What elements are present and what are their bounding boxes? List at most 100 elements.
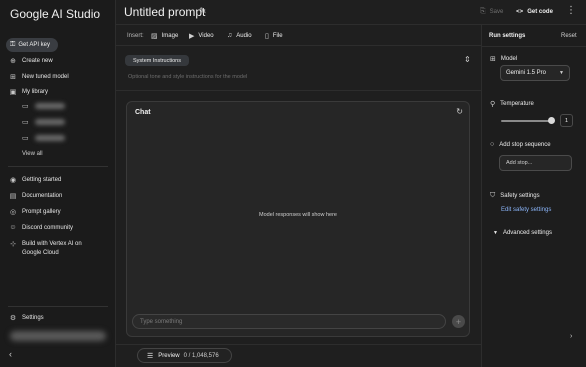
rocket-icon: ◉ <box>9 177 17 184</box>
gallery-icon: ◎ <box>9 209 17 216</box>
radio-circle-icon: ○ <box>490 141 495 148</box>
shield-icon: ⛉ <box>490 192 496 199</box>
sidebar-link-label: Google Cloud <box>22 250 59 256</box>
list-icon: ☰ <box>147 352 154 360</box>
get-code-button[interactable]: <> Get code <box>516 8 553 15</box>
sidebar-item-my-library[interactable]: ▣ My library <box>9 88 48 96</box>
add-message-button[interactable]: + <box>452 315 465 328</box>
sidebar-link-label: Getting started <box>22 177 62 183</box>
edit-safety-settings-link[interactable]: Edit safety settings <box>501 207 551 213</box>
temperature-slider[interactable] <box>501 120 552 122</box>
library-prompt-item[interactable]: ▭ <box>22 102 65 110</box>
sidebar-link-discord[interactable]: ☺ Discord community <box>9 224 73 231</box>
collapse-toggle-icon[interactable]: ⇕ <box>464 55 471 64</box>
sidebar-link-documentation[interactable]: ▤ Documentation <box>9 192 63 200</box>
redacted-text <box>34 119 65 125</box>
key-icon: ⚿ <box>10 41 16 48</box>
app-brand: Google AI Studio <box>10 7 101 21</box>
file-icon: ▯ <box>265 33 269 40</box>
more-vert-icon[interactable]: ⋮ <box>566 5 576 16</box>
redacted-text <box>34 103 65 109</box>
chat-title: Chat <box>135 109 151 116</box>
save-label: Save <box>489 9 504 15</box>
temperature-input[interactable]: 1 <box>560 114 573 127</box>
advanced-settings-label: Advanced settings <box>502 230 552 236</box>
preview-label: Preview <box>158 352 180 359</box>
sidebar-settings-label: Settings <box>22 315 44 321</box>
system-instructions-chip[interactable]: System Instructions <box>125 55 189 66</box>
sidebar-link-label: Documentation <box>22 193 63 199</box>
video-icon: ▶ <box>189 33 195 40</box>
code-icon: <> <box>516 8 524 15</box>
sidebar-item-new-tuned-model[interactable]: ⊞ New tuned model <box>9 73 69 81</box>
sidebar-divider <box>8 166 108 167</box>
model-section: ⊞ Model <box>490 55 517 63</box>
image-icon: ▨ <box>151 33 158 40</box>
sidebar: Google AI Studio ⚿ Get API key ⊕ Create … <box>0 0 116 367</box>
redacted-text <box>34 135 65 141</box>
sidebar-item-create-new[interactable]: ⊕ Create new <box>9 57 53 65</box>
advanced-settings-toggle[interactable]: ▼ Advanced settings <box>493 230 552 236</box>
sidebar-link-label: Build with Vertex AI on <box>22 241 82 247</box>
model-select[interactable]: Gemini 1.5 Pro ▼ <box>500 65 570 81</box>
sidebar-link-vertex[interactable]: ⊹ Build with Vertex AI on Google Cloud <box>9 240 82 258</box>
empty-chat-message: Model responses will show here <box>259 212 337 218</box>
refresh-icon[interactable]: ↻ <box>456 107 463 116</box>
safety-section: ⛉ Safety settings <box>490 192 540 200</box>
library-icon: ▣ <box>9 89 17 96</box>
insert-item-label: Audio <box>236 32 252 39</box>
system-instructions-input[interactable]: Optional tone and style instructions for… <box>128 74 247 80</box>
sidebar-item-label: My library <box>22 89 49 95</box>
get-api-key-label: Get API key <box>18 42 51 48</box>
insert-image-button[interactable]: ▨ Image <box>151 32 178 40</box>
chevron-down-icon: ▼ <box>493 230 498 236</box>
gear-icon: ⚙ <box>9 315 17 322</box>
library-prompt-item[interactable]: ▭ <box>22 134 65 142</box>
token-count: 0 / 1,048,576 <box>183 352 219 359</box>
save-button[interactable]: ⎘ Save <box>480 8 503 16</box>
insert-item-label: Video <box>198 33 214 39</box>
user-account-redacted[interactable] <box>10 331 106 341</box>
sidebar-link-label: Prompt gallery <box>22 209 61 215</box>
temperature-section: ⚲ Temperature <box>490 100 534 108</box>
divider <box>116 90 481 91</box>
sidebar-item-label: Create new <box>22 58 53 64</box>
library-prompt-item[interactable]: ▭ <box>22 118 65 126</box>
model-label: Model <box>500 56 518 62</box>
chat-bubble-icon: ▭ <box>22 119 29 126</box>
save-icon: ⎘ <box>480 8 486 15</box>
get-api-key-button[interactable]: ⚿ Get API key <box>6 38 58 52</box>
reset-button[interactable]: Reset <box>561 33 577 39</box>
chat-panel: Chat ↻ Model responses will show here Ty… <box>126 101 470 337</box>
caret-down-icon: ▼ <box>559 70 564 76</box>
stop-sequence-input[interactable]: Add stop... <box>499 155 572 171</box>
stop-sequence-label: Add stop sequence <box>499 141 551 148</box>
chat-input[interactable]: Type something <box>132 314 446 329</box>
temperature-slider-handle[interactable] <box>548 117 555 124</box>
chat-bubble-icon: ▭ <box>22 135 29 142</box>
insert-video-button[interactable]: ▶ Video <box>189 32 214 40</box>
view-all-link[interactable]: View all <box>22 151 43 157</box>
sidebar-link-prompt-gallery[interactable]: ◎ Prompt gallery <box>9 208 61 216</box>
sidebar-settings[interactable]: ⚙ Settings <box>9 314 44 322</box>
insert-audio-button[interactable]: ♫ Audio <box>227 32 252 39</box>
model-value: Gemini 1.5 Pro <box>506 70 547 76</box>
collapse-sidebar-icon[interactable]: ‹ <box>9 349 12 359</box>
preview-button[interactable]: ☰ Preview 0 / 1,048,576 <box>137 348 232 363</box>
edit-pencil-icon[interactable]: ✎ <box>199 6 207 17</box>
chat-bubble-icon: ▭ <box>22 103 29 110</box>
sidebar-link-label: Discord community <box>22 224 74 231</box>
stop-sequence-section: ○ Add stop sequence <box>490 141 551 148</box>
top-bar: Untitled prompt ✎ ⎘ Save <> Get code ⋮ <box>116 0 586 25</box>
prompt-title[interactable]: Untitled prompt <box>124 5 205 19</box>
insert-file-button[interactable]: ▯ File <box>265 32 283 40</box>
audio-icon: ♫ <box>227 32 233 39</box>
vertex-icon: ⊹ <box>10 241 16 248</box>
chevron-right-icon[interactable]: › <box>570 333 572 340</box>
sidebar-link-getting-started[interactable]: ◉ Getting started <box>9 176 61 184</box>
sidebar-link-label-wrap: Build with Vertex AI on Google Cloud <box>22 240 82 258</box>
run-settings-panel: Run settings Reset ⊞ Model Gemini 1.5 Pr… <box>481 25 586 367</box>
insert-item-label: File <box>272 33 283 39</box>
model-icon: ⊞ <box>490 56 496 63</box>
plus-circle-icon: ⊕ <box>10 58 16 65</box>
